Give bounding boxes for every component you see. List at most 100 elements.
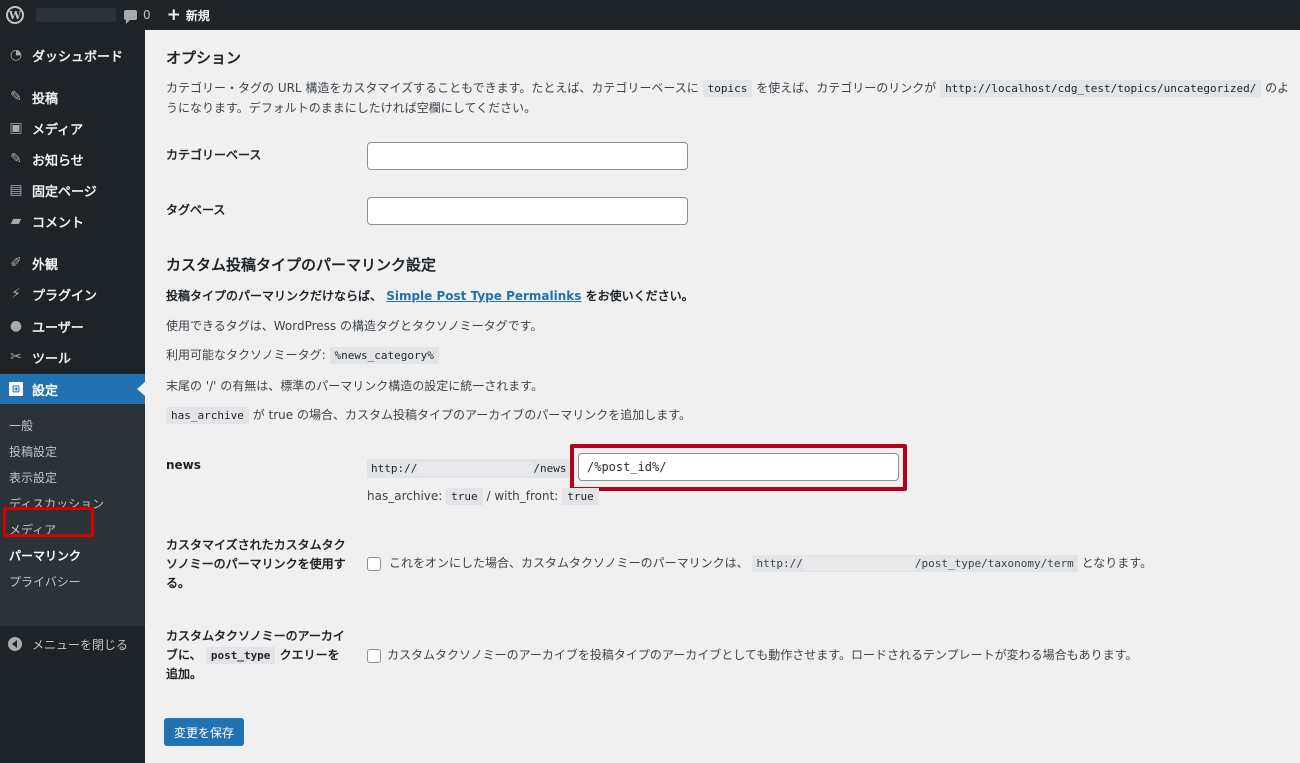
comment-icon: ▰ [10, 213, 22, 229]
submenu-general[interactable]: 一般 [9, 417, 33, 434]
sidebar-item-label: 固定ページ [32, 184, 97, 200]
has-archive-label: has_archive: [367, 489, 443, 503]
desc-code-topics: topics [702, 80, 753, 97]
main-content: オプション カテゴリー・タグの URL 構造をカスタマイズすることもできます。た… [145, 30, 1300, 763]
collapse-menu-label: メニューを閉じる [32, 637, 129, 652]
ctax-code-prefix: http:// [756, 557, 803, 570]
sidebar-item-comments[interactable]: ▰ コメント [0, 206, 145, 236]
options-description: カテゴリー・タグの URL 構造をカスタマイズすることもできます。たとえば、カテ… [166, 78, 1290, 99]
sidebar-item-label: 投稿 [32, 91, 59, 107]
ctax-text: となります。 [1081, 556, 1153, 570]
comments-count: 0 [143, 8, 151, 22]
new-content-button[interactable]: + 新規 [166, 4, 210, 25]
archive-label-code: post_type [205, 647, 276, 664]
sidebar-item-tools[interactable]: ✂ ツール [0, 342, 145, 372]
trailing-slash-note: 末尾の '/' の有無は、標準のパーマリンク構造の設定に統一されます。 [166, 379, 544, 393]
simple-post-type-permalinks-link[interactable]: Simple Post Type Permalinks [386, 289, 581, 303]
taxonomy-tags-line: 利用可能なタクソノミータグ: %news_category% [166, 345, 439, 366]
tag-base-label: タグベース [166, 203, 226, 217]
submenu-privacy[interactable]: プライバシー [9, 573, 81, 590]
has-archive-note: が true の場合、カスタム投稿タイプのアーカイブのパーマリンクを追加します。 [252, 408, 692, 422]
taxonomy-tags-code: %news_category% [329, 347, 439, 364]
submenu-writing[interactable]: 投稿設定 [9, 443, 57, 460]
site-name-redacted[interactable] [36, 8, 116, 22]
desc-text: カテゴリー・タグの URL 構造をカスタマイズすることもできます。たとえば、カテ… [166, 81, 699, 95]
sidebar-item-label: ユーザー [32, 320, 84, 336]
save-changes-button[interactable]: 変更を保存 [164, 718, 244, 746]
sidebar-item-label: 設定 [32, 383, 59, 399]
sidebar-item-label: メディア [32, 122, 84, 138]
with-front-value: true [562, 488, 599, 505]
sidebar-item-appearance[interactable]: ✐ 外観 [0, 248, 145, 278]
custom-taxonomy-permalink-text: これをオンにした場合、カスタムタクソノミーのパーマリンクは、 http:// /p… [389, 553, 1152, 574]
comment-icon [124, 10, 137, 24]
sidebar-item-label: コメント [32, 215, 85, 231]
news-permalink-prefix: http:// /news [367, 459, 571, 478]
taxonomy-archive-checkbox[interactable] [367, 649, 381, 663]
collapse-menu-button[interactable]: メニューを閉じる [0, 629, 145, 659]
sidebar-item-news[interactable]: ✎ お知らせ [0, 144, 145, 174]
ctax-text: これをオンにした場合、カスタムタクソノミーのパーマリンクは、 [389, 556, 749, 570]
redacted-host [417, 461, 534, 476]
new-content-label: 新規 [185, 8, 210, 23]
has-archive-note-line: has_archive が true の場合、カスタム投稿タイプのアーカイブのパ… [166, 405, 691, 426]
sidebar-item-dashboard[interactable]: ◔ ダッシュボード [0, 40, 145, 70]
sidebar-item-users[interactable]: ● ユーザー [0, 311, 145, 341]
taxonomy-archive-label: カスタムタクソノミーのアーカイブに、 post_type クエリーを追加。 [166, 627, 351, 684]
pin-icon: ✎ [10, 151, 22, 167]
has-archive-code: has_archive [166, 407, 249, 424]
sidebar-item-label: ツール [32, 351, 72, 367]
media-icon: ▣ [9, 120, 23, 136]
sidebar-item-label: ダッシュボード [32, 49, 124, 65]
news-suffix: /news [533, 462, 567, 475]
taxonomy-tags-label: 利用可能なタクソノミータグ: [166, 348, 326, 362]
cpt-note: 投稿タイプのパーマリンクだけならば、 Simple Post Type Perm… [166, 286, 694, 306]
user-icon: ● [9, 318, 23, 334]
has-archive-value: true [446, 488, 483, 505]
desc-text: のよ [1265, 81, 1290, 95]
custom-taxonomy-permalink-label: カスタマイズされたカスタムタクソノミーのパーマリンクを使用する。 [166, 538, 346, 590]
news-prefix: http:// [371, 462, 418, 475]
submenu-permalinks[interactable]: パーマリンク [9, 547, 81, 564]
cpt-note-text: 投稿タイプのパーマリンクだけならば、 [166, 289, 383, 303]
tag-base-input[interactable] [367, 197, 688, 225]
sidebar-item-label: お知らせ [32, 153, 84, 169]
with-front-label: / with_front: [486, 489, 559, 503]
taxonomy-archive-text: カスタムタクソノミーのアーカイブを投稿タイプのアーカイブとしても動作させます。ロ… [387, 648, 1138, 662]
sidebar-item-pages[interactable]: ▤ 固定ページ [0, 175, 145, 205]
news-input-highlight-box [570, 444, 907, 491]
wordpress-logo-icon[interactable]: W [0, 0, 30, 30]
category-base-input[interactable] [367, 142, 688, 170]
custom-taxonomy-permalink-checkbox[interactable] [367, 557, 381, 571]
sidebar-item-label: 外観 [32, 257, 59, 273]
options-description-line2: うになります。デフォルトのままにしたければ空欄にしてください。 [166, 101, 537, 115]
submenu-reading[interactable]: 表示設定 [9, 469, 57, 486]
ctax-code: http:// /post_type/taxonomy/term [752, 555, 1078, 572]
ctax-code-suffix: /post_type/taxonomy/term [914, 557, 1074, 570]
news-archive-info: has_archive: true / with_front: true [367, 486, 599, 507]
category-base-label: カテゴリーベース [166, 148, 262, 162]
cpt-note-text: をお使いください。 [585, 289, 694, 303]
cpt-permalink-title: カスタム投稿タイプのパーマリンク設定 [166, 256, 437, 274]
settings-icon: ⊞ [8, 381, 24, 397]
options-title: オプション [166, 49, 242, 67]
sidebar-item-media[interactable]: ▣ メディア [0, 113, 145, 143]
collapse-arrow-icon [8, 637, 22, 651]
plugin-icon: ⚡ [11, 286, 21, 302]
brush-icon: ✐ [10, 255, 22, 271]
desc-code-url: http://localhost/cdg_test/topics/uncateg… [940, 80, 1262, 97]
admin-bar: W 0 + 新規 [0, 0, 1300, 30]
plus-icon: + [166, 4, 181, 25]
desc-text: を使えば、カテゴリーのリンクが [756, 81, 937, 95]
admin-sidebar: ◔ ダッシュボード ✎ 投稿 ▣ メディア ✎ お知らせ ▤ 固定ページ ▰ コ… [0, 30, 145, 763]
comments-link[interactable]: 0 [124, 8, 151, 24]
redacted-host [802, 557, 915, 571]
sidebar-item-settings[interactable]: ⊞ 設定 [0, 374, 145, 404]
sidebar-item-plugins[interactable]: ⚡ プラグイン [0, 279, 145, 309]
permalinks-highlight-box [3, 507, 94, 537]
available-tags-note: 使用できるタグは、WordPress の構造タグとタクソノミータグです。 [166, 319, 543, 333]
dashboard-icon: ◔ [9, 47, 23, 63]
sidebar-item-label: プラグイン [32, 288, 98, 304]
news-label: news [166, 458, 201, 472]
sidebar-item-posts[interactable]: ✎ 投稿 [0, 82, 145, 112]
